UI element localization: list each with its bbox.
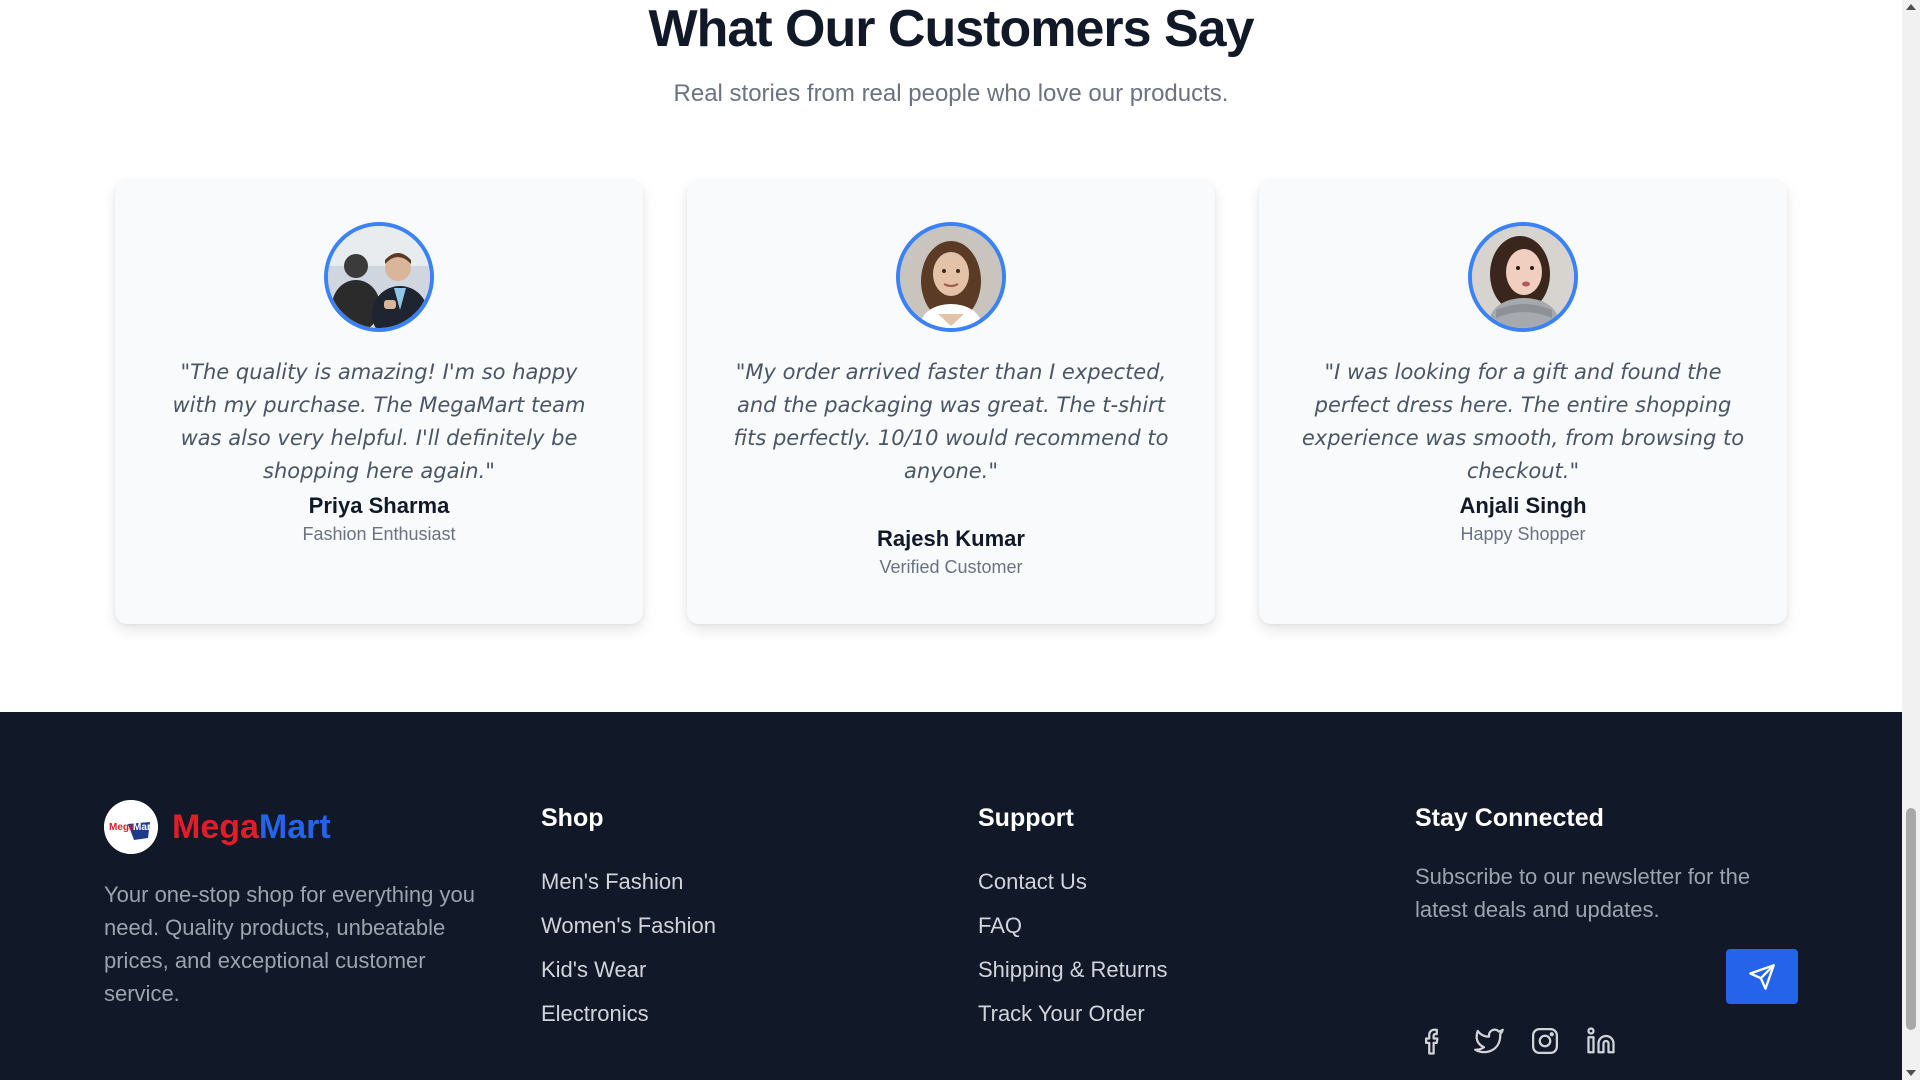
testimonial-quote: "I was looking for a gift and found the … [1301, 360, 1745, 483]
stay-connected-heading: Stay Connected [1415, 804, 1604, 832]
logo-wordmark-mega: Mega [172, 808, 259, 846]
customer-avatar [324, 222, 434, 332]
testimonial-quote: "The quality is amazing! I'm so happy wi… [172, 360, 586, 483]
section-title: What Our Customers Say [648, 0, 1254, 58]
logo-icon: Mega Mart [104, 800, 158, 854]
shop-heading: Shop [541, 804, 604, 832]
brand-description: Your one-stop shop for everything you ne… [104, 882, 475, 1006]
logo-wordmark: MegaMart [172, 807, 331, 847]
social-links [1416, 1024, 1618, 1058]
footer-link-electronics[interactable]: Electronics [541, 992, 716, 1036]
newsletter-submit-button[interactable] [1726, 949, 1798, 1004]
newsletter-email-input[interactable] [1415, 949, 1725, 1003]
customer-role: Happy Shopper [1460, 524, 1586, 544]
footer-link-kids-wear[interactable]: Kid's Wear [541, 948, 716, 992]
footer-link-contact-us[interactable]: Contact Us [978, 860, 1168, 904]
twitter-link[interactable] [1472, 1024, 1506, 1058]
shop-links: Men's Fashion Women's Fashion Kid's Wear… [541, 860, 716, 1036]
newsletter-description: Subscribe to our newsletter for the late… [1415, 864, 1751, 922]
customer-role: Fashion Enthusiast [302, 524, 456, 544]
footer-link-mens-fashion[interactable]: Men's Fashion [541, 860, 716, 904]
instagram-link[interactable] [1528, 1024, 1562, 1058]
footer-link-shipping-returns[interactable]: Shipping & Returns [978, 948, 1168, 992]
support-links: Contact Us FAQ Shipping & Returns Track … [978, 860, 1168, 1036]
site-footer: Mega Mart MegaMart Your one-stop shop fo… [0, 712, 1902, 1080]
customer-name: Priya Sharma [308, 493, 450, 518]
testimonial-card: "My order arrived faster than I expected… [687, 180, 1215, 624]
instagram-icon [1532, 1028, 1558, 1054]
customer-name: Rajesh Kumar [877, 526, 1025, 551]
scrollbar-thumb[interactable] [1906, 808, 1916, 1030]
testimonial-card: "The quality is amazing! I'm so happy wi… [115, 180, 643, 624]
linkedin-icon [1587, 1027, 1615, 1054]
brand-logo[interactable]: Mega Mart MegaMart [104, 800, 331, 854]
svg-text:Mega: Mega [109, 822, 135, 833]
testimonials-section: What Our Customers Say Real stories from… [0, 0, 1902, 712]
footer-link-womens-fashion[interactable]: Women's Fashion [541, 904, 716, 948]
facebook-link[interactable] [1416, 1024, 1450, 1058]
linkedin-link[interactable] [1584, 1024, 1618, 1058]
facebook-icon [1425, 1028, 1439, 1055]
scroll-down-arrow-icon[interactable] [1906, 1070, 1916, 1076]
logo-wordmark-mart: Mart [258, 808, 331, 846]
customer-avatar [1468, 222, 1578, 332]
testimonial-card: "I was looking for a gift and found the … [1259, 180, 1787, 624]
section-subtitle: Real stories from real people who love o… [673, 80, 1229, 107]
support-heading: Support [978, 804, 1074, 832]
footer-link-track-order[interactable]: Track Your Order [978, 992, 1168, 1036]
twitter-icon [1474, 1028, 1504, 1054]
svg-text:Mart: Mart [133, 822, 155, 833]
send-icon [1749, 963, 1775, 990]
customer-name: Anjali Singh [1459, 493, 1587, 518]
scroll-up-arrow-icon[interactable] [1906, 4, 1916, 10]
footer-link-faq[interactable]: FAQ [978, 904, 1168, 948]
customer-role: Verified Customer [879, 557, 1023, 577]
page: What Our Customers Say Real stories from… [0, 0, 1902, 1080]
customer-avatar [896, 222, 1006, 332]
testimonial-quote: "My order arrived faster than I expected… [733, 360, 1169, 483]
vertical-scrollbar[interactable] [1902, 0, 1920, 1080]
